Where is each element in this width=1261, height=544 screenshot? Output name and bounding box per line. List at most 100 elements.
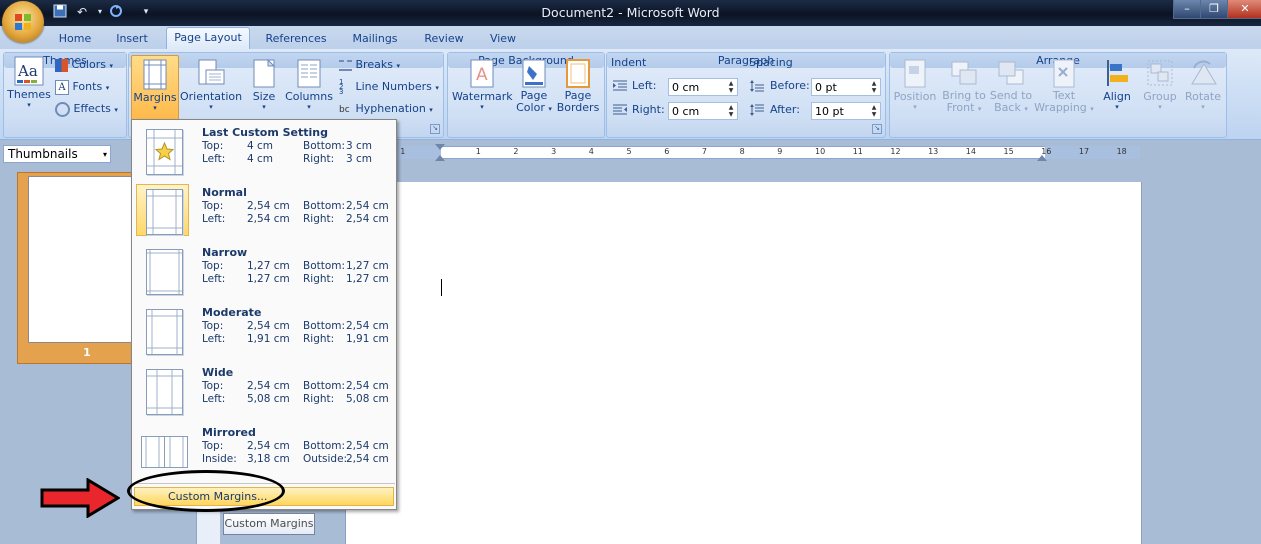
ruler-tick-label: 8 [739, 147, 745, 156]
margin-label: Left: [202, 393, 226, 405]
ruler-tick-label: 7 [701, 147, 707, 156]
margin-value: 5,08 cm [247, 393, 290, 405]
horizontal-ruler[interactable]: 1 1 2 3 4 5 6 7 8 9 10 11 12 13 14 15 16 17 18 [345, 144, 1140, 162]
margin-option-moderate[interactable]: Moderate Top: 2,54 cm Bottom: 2,54 cm Left:… [133, 301, 395, 361]
spacing-after-spinner-icon[interactable]: ▲ ▼ [869, 104, 879, 118]
size-button[interactable]: Size ▾ [247, 58, 281, 111]
size-label: Size [252, 90, 276, 103]
left-indent-marker[interactable] [435, 155, 445, 161]
indent-right-spinner-icon[interactable]: ▲ ▼ [726, 104, 736, 118]
breaks-button[interactable]: Breaks ▾ [339, 56, 400, 74]
hyphenation-button[interactable]: bc Hyphenation ▾ [339, 100, 433, 118]
align-button[interactable]: Align ▾ [1096, 58, 1138, 111]
margin-value: 2,54 cm [346, 453, 389, 465]
spacing-before-label: Before: [770, 79, 810, 92]
page-thumbnail[interactable] [28, 176, 134, 343]
minimize-button[interactable]: – [1173, 0, 1201, 19]
fonts-icon: A [55, 79, 69, 95]
page-color-button[interactable]: Page Color ▾ [514, 58, 554, 115]
send-label-2: Back [994, 101, 1021, 114]
margin-value: 2,54 cm [346, 440, 389, 452]
columns-icon [294, 58, 324, 90]
tab-mailings[interactable]: Mailings [344, 29, 406, 49]
margin-label: Outside: [303, 453, 348, 465]
tab-page-layout[interactable]: Page Layout [166, 27, 250, 51]
effects-icon [55, 101, 70, 117]
tab-review[interactable]: Review [416, 29, 472, 49]
narrow-margin-icon [146, 249, 183, 295]
effects-button[interactable]: Effects ▾ [55, 100, 118, 118]
orientation-icon [196, 58, 226, 90]
margin-value: 2,54 cm [346, 320, 389, 332]
spacing-heading: Spacing [749, 56, 793, 69]
margin-option-narrow[interactable]: Narrow Top: 1,27 cm Bottom: 1,27 cm Left: 1,… [133, 241, 395, 301]
page-borders-button[interactable]: Page Borders [556, 58, 600, 114]
margin-label: Right: [303, 153, 335, 165]
spacing-before-spinner-icon[interactable]: ▲ ▼ [869, 80, 879, 94]
spacing-after-value: 10 pt [815, 105, 844, 118]
margin-option-normal[interactable]: Normal Top: 2,54 cm Bottom: 2,54 cm Left: 2,… [133, 181, 395, 241]
indent-left-spinner-icon[interactable]: ▲ ▼ [726, 80, 736, 94]
tab-view[interactable]: View [482, 29, 524, 49]
group-button[interactable]: Group ▾ [1140, 58, 1180, 111]
bring-to-front-button[interactable]: Bring to Front ▾ [940, 58, 988, 115]
margin-option-wide[interactable]: Wide Top: 2,54 cm Bottom: 2,54 cm Left: 5,08… [133, 361, 395, 421]
tab-home[interactable]: Home [52, 29, 98, 49]
margin-option-name: Moderate [202, 306, 262, 319]
margin-label: Bottom: [303, 140, 346, 152]
first-line-indent-marker[interactable] [435, 144, 445, 150]
margin-label: Right: [303, 273, 335, 285]
rotate-button[interactable]: Rotate ▾ [1182, 58, 1224, 111]
margin-value: 2,54 cm [247, 213, 290, 225]
office-button[interactable] [2, 1, 44, 43]
margins-button[interactable]: Margins ▾ [131, 55, 179, 121]
ruler-tick-label: 1 [400, 147, 406, 156]
themes-group: Aa Themes ▾ Colors ▾ A Fonts ▾ Effects ▾… [3, 52, 127, 138]
line-numbers-label: Line Numbers [355, 80, 432, 93]
colors-button[interactable]: Colors ▾ [55, 56, 113, 74]
themes-button[interactable]: Aa Themes ▾ [7, 56, 51, 109]
close-button[interactable]: ✕ [1227, 0, 1261, 19]
indent-right-input[interactable]: 0 cm ▲ ▼ [668, 102, 738, 120]
spacing-after-input[interactable]: 10 pt ▲ ▼ [811, 102, 881, 120]
themes-dropdown-icon: ▾ [27, 101, 31, 109]
paragraph-group-label: Paragraph [607, 53, 885, 68]
restore-button[interactable]: ❐ [1200, 0, 1228, 19]
line-numbers-button[interactable]: 123 Line Numbers ▾ [339, 78, 439, 96]
paragraph-launcher-icon[interactable]: ↘ [872, 124, 882, 134]
tab-references[interactable]: References [258, 29, 334, 49]
position-button[interactable]: Position ▾ [892, 58, 938, 111]
margin-label: Bottom: [303, 320, 346, 332]
page-setup-launcher-icon[interactable]: ↘ [430, 124, 440, 134]
document-page[interactable] [345, 182, 1142, 544]
send-to-back-button[interactable]: Send to Back ▾ [988, 58, 1034, 115]
wide-margin-icon [146, 369, 183, 415]
themes-label: Themes [7, 88, 51, 101]
margin-label: Right: [303, 393, 335, 405]
indent-left-input[interactable]: 0 cm ▲ ▼ [668, 78, 738, 96]
group-icon [1145, 58, 1175, 90]
spacing-before-input[interactable]: 0 pt ▲ ▼ [811, 78, 881, 96]
ruler-tick-label: 4 [588, 147, 594, 156]
orientation-button[interactable]: Orientation ▾ [180, 58, 242, 111]
breaks-icon [339, 59, 352, 71]
margin-value: 3,18 cm [247, 453, 290, 465]
margin-option-last-custom[interactable]: Last Custom Setting Top: 4 cm Bottom: 3 cm … [133, 121, 395, 181]
ruler-tick-label: 14 [965, 147, 976, 156]
size-icon [249, 58, 279, 90]
spacing-before-value: 0 pt [815, 81, 837, 94]
margin-label: Bottom: [303, 440, 346, 452]
indent-heading: Indent [611, 56, 647, 69]
fonts-button[interactable]: A Fonts ▾ [55, 78, 109, 96]
margin-label: Right: [303, 333, 335, 345]
ruler-tick-label: 13 [928, 147, 939, 156]
navigation-pane-select[interactable]: Thumbnails ▾ [3, 145, 111, 163]
text-wrapping-button[interactable]: Text Wrapping ▾ [1034, 58, 1094, 115]
margin-value: 4 cm [247, 153, 274, 165]
last-custom-margin-icon [146, 129, 183, 175]
watermark-button[interactable]: A Watermark ▾ [452, 58, 513, 111]
right-indent-marker[interactable] [1037, 155, 1047, 161]
tab-insert[interactable]: Insert [108, 29, 156, 49]
margin-label: Top: [202, 320, 224, 332]
columns-button[interactable]: Columns ▾ [285, 58, 333, 111]
